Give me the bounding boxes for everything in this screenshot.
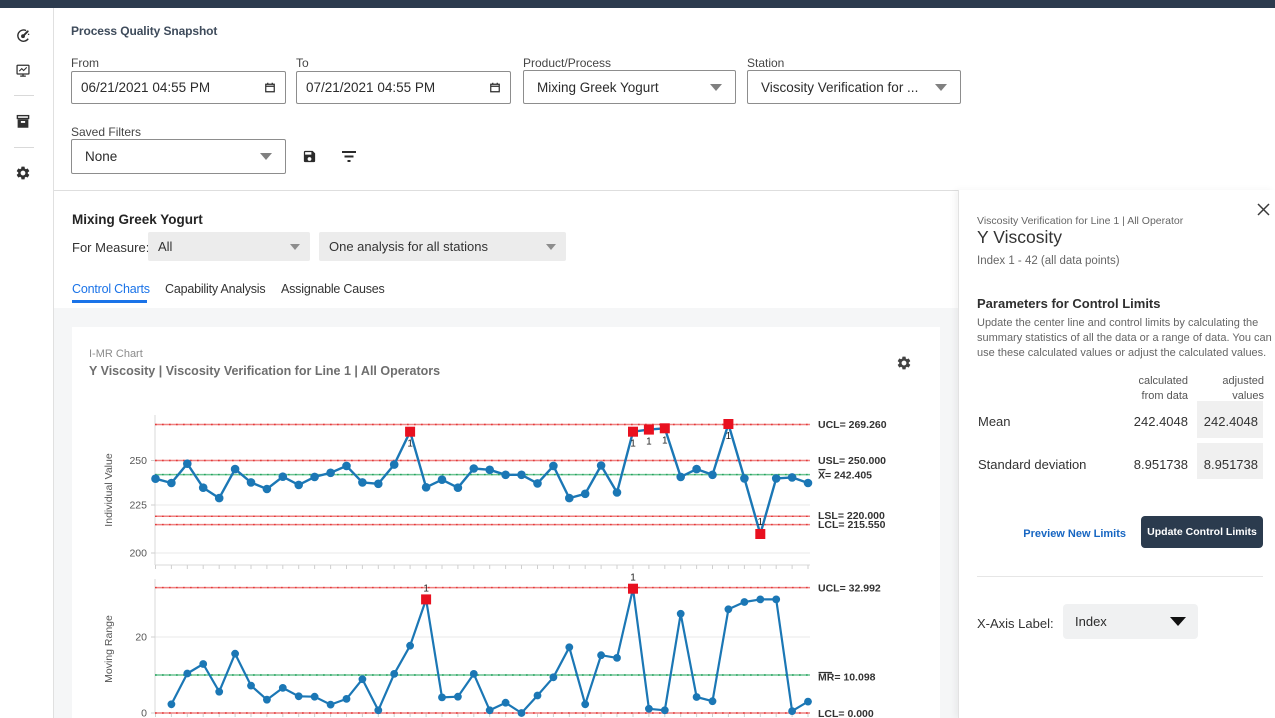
svg-text:225: 225 xyxy=(129,500,147,512)
svg-text:Individual Value: Individual Value xyxy=(103,453,115,527)
svg-text:1: 1 xyxy=(646,437,652,448)
svg-text:200: 200 xyxy=(129,548,147,560)
svg-text:X= 242.405: X= 242.405 xyxy=(818,470,872,482)
svg-text:1: 1 xyxy=(407,439,413,450)
svg-text:1: 1 xyxy=(630,439,636,450)
svg-text:1: 1 xyxy=(662,435,668,446)
svg-text:1: 1 xyxy=(630,573,636,584)
svg-text:1: 1 xyxy=(758,517,764,528)
svg-text:1: 1 xyxy=(423,583,429,594)
svg-text:UCL= 269.260: UCL= 269.260 xyxy=(818,419,887,431)
svg-text:0: 0 xyxy=(141,708,147,718)
svg-text:USL= 250.000: USL= 250.000 xyxy=(818,455,886,467)
svg-text:250: 250 xyxy=(129,455,147,467)
svg-text:MR= 10.098: MR= 10.098 xyxy=(818,672,876,684)
svg-text:LCL= 215.550: LCL= 215.550 xyxy=(818,519,886,531)
svg-text:1: 1 xyxy=(726,431,732,442)
svg-text:Moving Range: Moving Range xyxy=(103,615,115,683)
svg-text:20: 20 xyxy=(135,632,147,644)
svg-text:UCL= 32.992: UCL= 32.992 xyxy=(818,583,881,595)
svg-text:LCL= 0.000: LCL= 0.000 xyxy=(818,708,874,718)
